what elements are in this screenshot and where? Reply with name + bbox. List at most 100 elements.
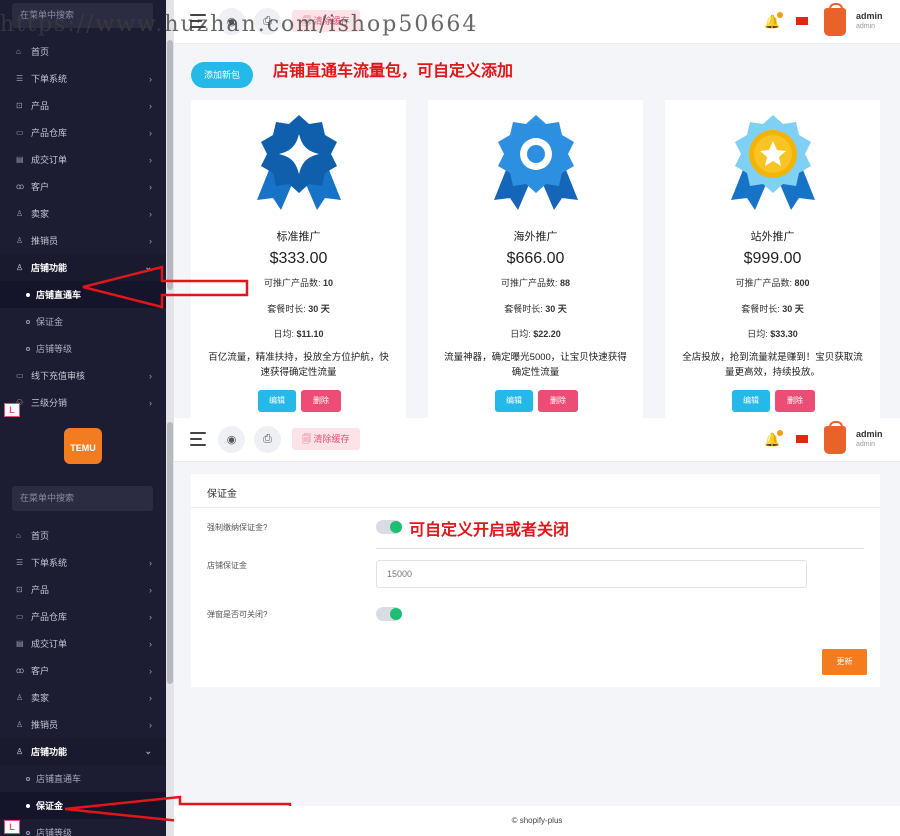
card-duration: 套餐时长: 30 天 [665, 302, 880, 315]
award-badge-icon [257, 115, 341, 210]
popup-closable-toggle[interactable] [376, 607, 402, 621]
sidebar-item-label: 店铺等级 [36, 344, 73, 354]
daily-value: $33.30 [770, 329, 798, 339]
delete-button[interactable]: 删除 [538, 390, 578, 412]
update-button[interactable]: 更新 [822, 649, 867, 675]
sidebar-item-label: 保证金 [36, 801, 64, 811]
count-value: 800 [794, 278, 810, 288]
sidebar-item-warehouse[interactable]: ▭ 产品仓库 › [0, 119, 166, 146]
chevron-right-icon: › [149, 611, 152, 622]
sidebar-item-home[interactable]: ⌂ 首页 [0, 522, 166, 549]
count-label: 可推广产品数: [735, 278, 792, 288]
divider [376, 548, 864, 549]
avatar[interactable] [824, 3, 846, 36]
form-title: 保证金 [207, 489, 237, 500]
bullet-icon [26, 830, 30, 835]
sidebar-item-customers[interactable]: ꝏ 客户 › [0, 657, 166, 684]
scrollbar-thumb[interactable] [167, 422, 173, 684]
sidebar-scrollbar[interactable] [166, 0, 174, 418]
chevron-right-icon: › [149, 638, 152, 649]
card-product-count: 可推广产品数: 88 [428, 276, 643, 289]
chevron-right-icon: › [149, 719, 152, 730]
sidebar-subitem-shop-level[interactable]: 店铺等级 [0, 335, 166, 362]
user-name[interactable]: admin [856, 429, 883, 439]
sidebar-item-label: 成交订单 [31, 155, 68, 165]
sidebar-item-salesman[interactable]: ♙ 推销员 › [0, 711, 166, 738]
sidebar-item-label: 客户 [31, 182, 50, 192]
sidebar-item-label: 店铺直通车 [36, 290, 82, 300]
sidebar-menu: ⌂ 首页 ☰ 下单系统 › ⊡ 产品 › ▭ 产品仓库 › ▤ 成交订单 › ꝏ 客户 › ♙ 卖家 › … [0, 522, 166, 836]
sidebar-item-shop-functions[interactable]: ♙ 店铺功能 ⌄ [0, 738, 166, 765]
sidebar-menu: ⌂ 首页 ☰ 下单系统 › ⊡ 产品 › ▭ 产品仓库 › ▤ 成交订单 › ꝏ 客户 › ♙ 卖家 › … [0, 38, 166, 416]
sidebar-scrollbar[interactable] [166, 418, 174, 836]
sidebar-item-distribution[interactable]: ⚇三级分销› [0, 389, 166, 416]
watermark-text: https://www.huzhan.com/ishop50664 [0, 12, 479, 37]
duration-label: 套餐时长: [267, 304, 306, 314]
sidebar-subitem-shop-express[interactable]: 店铺直通车 [0, 765, 166, 792]
sidebar-item-orders[interactable]: ▤ 成交订单 › [0, 630, 166, 657]
avatar[interactable] [824, 421, 846, 454]
china-flag-icon[interactable] [796, 17, 808, 25]
sidebar-item-label: 线下充值审核 [31, 371, 86, 381]
warehouse-icon: ▭ [16, 612, 24, 621]
chevron-right-icon: › [149, 208, 152, 219]
sidebar-item-label: 产品 [31, 585, 50, 595]
user-icon: ♙ [16, 236, 24, 245]
duration-value: 30 天 [308, 304, 330, 314]
add-package-button[interactable]: 添加新包 [191, 62, 253, 88]
bell-icon[interactable]: 🔔 [764, 12, 784, 30]
sidebar-item-label: 下单系统 [31, 74, 68, 84]
card-price: $999.00 [743, 250, 802, 267]
cart-icon: ⊡ [16, 101, 23, 110]
sidebar-item-salesman[interactable]: ♙ 推销员 › [0, 227, 166, 254]
sidebar-item-offline-recharge[interactable]: ▭ 线下充值审核 › [0, 362, 166, 389]
annotation-arrow-icon [82, 265, 249, 309]
sidebar-item-products[interactable]: ⊡ 产品 › [0, 576, 166, 603]
sidebar-item-orders[interactable]: ▤ 成交订单 › [0, 146, 166, 173]
daily-label: 日均: [273, 329, 294, 339]
card-description: 全店投放，抢到流量就是赚到！宝贝获取流量更高效，持续投放。 [682, 352, 863, 378]
menu-search-input[interactable]: 在菜单中搜索 [12, 486, 153, 511]
delete-button[interactable]: 删除 [775, 390, 815, 412]
count-value: 88 [560, 278, 571, 288]
bell-icon[interactable]: 🔔 [764, 430, 784, 448]
chevron-right-icon: › [149, 127, 152, 138]
deposit-amount-input[interactable]: 15000 [376, 560, 807, 588]
clear-cache-button[interactable]: 🗐 清除缓存 [292, 428, 360, 450]
sidebar-item-order-system[interactable]: ☰ 下单系统 › [0, 549, 166, 576]
sidebar-item-label: 推销员 [31, 720, 59, 730]
globe-icon[interactable]: ◉ [218, 426, 245, 453]
chevron-right-icon: › [149, 370, 152, 381]
menu-toggle-icon[interactable] [190, 432, 206, 450]
sidebar-item-order-system[interactable]: ☰ 下单系统 › [0, 65, 166, 92]
user-role: admin [856, 441, 876, 448]
print-icon[interactable]: ⎙ [254, 426, 281, 453]
edit-button[interactable]: 编辑 [258, 390, 296, 412]
sidebar-item-label: 卖家 [31, 693, 50, 703]
delete-button[interactable]: 删除 [301, 390, 341, 412]
sidebar-item-customers[interactable]: ꝏ 客户 › [0, 173, 166, 200]
sidebar-item-label: 产品仓库 [31, 612, 68, 622]
cart-icon: ⊡ [16, 585, 23, 594]
sidebar-item-sellers[interactable]: ♙ 卖家 › [0, 684, 166, 711]
china-flag-icon[interactable] [796, 435, 808, 443]
sidebar-item-products[interactable]: ⊡ 产品 › [0, 92, 166, 119]
sidebar-item-sellers[interactable]: ♙ 卖家 › [0, 200, 166, 227]
force-deposit-toggle[interactable] [376, 520, 402, 534]
sidebar-item-home[interactable]: ⌂ 首页 [0, 38, 166, 65]
promo-card-standard: 标准推广 $333.00 可推广产品数: 10 套餐时长: 30 天 日均: $… [191, 100, 406, 418]
edit-button[interactable]: 编辑 [495, 390, 533, 412]
sidebar-subitem-deposit[interactable]: 保证金 [0, 308, 166, 335]
edit-button[interactable]: 编辑 [732, 390, 770, 412]
sidebar-item-label: 首页 [31, 531, 50, 541]
count-label: 可推广产品数: [263, 278, 321, 288]
scrollbar-thumb[interactable] [167, 40, 173, 290]
user-name[interactable]: admin [856, 11, 883, 21]
card-name: 标准推广 [276, 231, 321, 243]
sidebar: 在菜单中搜索 ⌂ 首页 ☰ 下单系统 › ⊡ 产品 › ▭ 产品仓库 › ▤ 成交订单 › ꝏ 客户… [0, 0, 166, 418]
deposit-form: 保证金 强制缴纳保证金? 可自定义开启或者关闭 店铺保证金 15000 弹窗是否… [191, 474, 880, 687]
sidebar-item-warehouse[interactable]: ▭ 产品仓库 › [0, 603, 166, 630]
daily-label: 日均: [747, 329, 768, 339]
order-icon: ▤ [16, 155, 24, 164]
chevron-right-icon: › [149, 584, 152, 595]
